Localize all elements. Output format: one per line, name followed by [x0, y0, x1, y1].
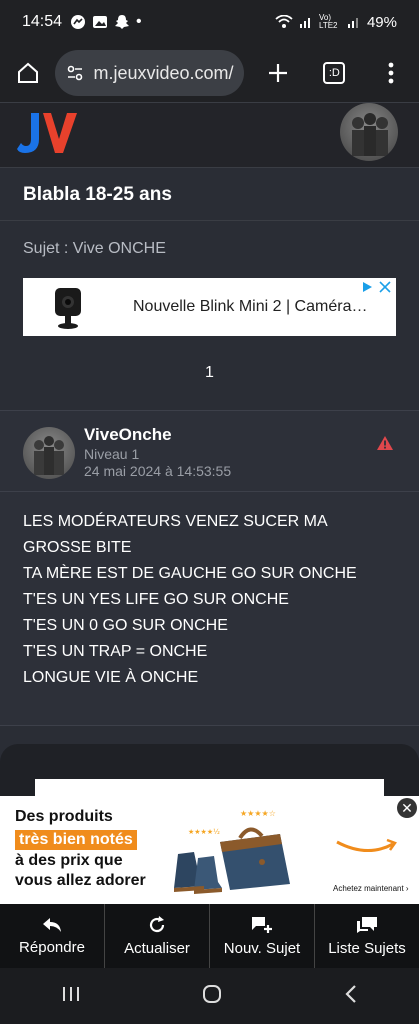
back-button[interactable] — [343, 983, 359, 1010]
snapchat-icon — [115, 15, 130, 29]
reply-icon — [43, 917, 61, 932]
user-avatar[interactable] — [340, 103, 398, 161]
ad-banner[interactable]: Nouvelle Blink Mini 2 | Caméra… — [23, 278, 396, 336]
svg-text:★★★★☆: ★★★★☆ — [240, 809, 276, 818]
new-topic-icon — [252, 916, 272, 933]
close-ad-icon — [379, 281, 391, 293]
forum-post: ViveOnche Niveau 1 24 mai 2024 à 14:53:5… — [0, 410, 419, 726]
site-header — [0, 102, 419, 168]
home-button[interactable] — [0, 61, 55, 85]
amazon-ad-line: vous allez adorer — [15, 872, 146, 889]
products-image: ★★★★☆ ★★★★½ — [174, 809, 290, 894]
new-tab-button[interactable] — [250, 62, 306, 84]
svg-text:★★★★½: ★★★★½ — [188, 828, 220, 836]
topic-list-label: Liste Sujets — [328, 939, 406, 957]
browser-toolbar: m.jeuxvideo.com/ :D — [0, 44, 419, 102]
more-vert-icon — [388, 62, 394, 84]
post-date[interactable]: 24 mai 2024 à 14:53:55 — [84, 463, 231, 479]
avatar-silhouette-icon — [34, 436, 64, 475]
site-settings-icon — [68, 65, 83, 81]
tabs-button[interactable]: :D — [306, 62, 362, 84]
post-line: T'ES UN YES LIFE GO SUR ONCHE — [23, 591, 289, 608]
dot-icon: • — [136, 13, 142, 30]
report-button[interactable] — [376, 435, 394, 456]
amazon-ad-line: à des prix que — [15, 852, 123, 869]
home-circle-icon — [203, 984, 222, 1003]
amazon-ad-line: Des produits — [15, 808, 113, 825]
menu-button[interactable] — [363, 62, 419, 84]
post-line: GROSSE BITE — [23, 539, 132, 556]
recent-apps-button[interactable] — [60, 984, 82, 1009]
post-line: TA MÈRE EST DE GAUCHE GO SUR ONCHE — [23, 565, 357, 582]
notification-icons: • — [70, 13, 142, 31]
system-nav-bar — [0, 968, 419, 1024]
post-body: LES MODÉRATEURS VENEZ SUCER MA GROSSE BI… — [23, 509, 403, 691]
home-icon — [17, 62, 38, 83]
warning-icon — [377, 436, 393, 450]
back-icon — [345, 984, 356, 1003]
avatar-silhouette-icon — [352, 113, 388, 156]
topic-action-bar: Répondre Actualiser Nouv. Sujet Liste Su… — [0, 904, 419, 968]
post-author-avatar[interactable] — [23, 427, 75, 479]
amazon-ad-highlight: très bien notés — [15, 830, 137, 850]
jv-logo[interactable] — [17, 109, 79, 157]
tab-count: :D — [323, 62, 346, 84]
amazon-ad[interactable]: Des produits très bien notés à des prix … — [0, 796, 419, 904]
post-line: T'ES UN 0 GO SUR ONCHE — [23, 617, 228, 634]
refresh-label: Actualiser — [124, 939, 190, 957]
address-bar[interactable]: m.jeuxvideo.com/ — [55, 50, 244, 96]
close-icon: ✕ — [401, 799, 413, 816]
close-ad-button[interactable]: ✕ — [397, 798, 417, 818]
plus-icon — [268, 64, 287, 82]
topic-list-icon — [357, 916, 377, 933]
post-line: LONGUE VIE À ONCHE — [23, 669, 199, 686]
reply-label: Répondre — [19, 938, 85, 956]
wifi-icon — [275, 15, 293, 28]
refresh-button[interactable]: Actualiser — [105, 904, 210, 968]
status-time: 14:54 — [22, 13, 63, 30]
amazon-logo — [336, 838, 397, 852]
recent-apps-icon — [62, 986, 79, 1001]
amazon-ad-cta[interactable]: Achetez maintenant › — [333, 884, 409, 893]
post-line: LES MODÉRATEURS VENEZ SUCER MA — [23, 513, 328, 530]
reply-button[interactable]: Répondre — [0, 904, 105, 968]
page-number[interactable]: 1 — [0, 364, 419, 382]
forum-title[interactable]: Blabla 18-25 ans — [0, 168, 419, 221]
new-topic-label: Nouv. Sujet — [223, 939, 301, 957]
post-author-level: Niveau 1 — [84, 446, 140, 462]
status-bar: 14:54 • Vo) LTE2 49% — [0, 0, 419, 44]
ad-camera-image — [23, 278, 83, 336]
adchoices-icon — [363, 282, 372, 292]
post-divider — [0, 491, 419, 492]
signal2-icon — [347, 18, 358, 28]
post-line: T'ES UN TRAP = ONCHE — [23, 643, 208, 660]
refresh-icon — [149, 915, 165, 932]
topic-list-button[interactable]: Liste Sujets — [315, 904, 419, 968]
ad-text: Nouvelle Blink Mini 2 | Caméra… — [133, 298, 368, 315]
post-author[interactable]: ViveOnche — [84, 425, 172, 445]
signal-icon — [299, 18, 310, 28]
battery-level: 49% — [366, 13, 397, 31]
url-text: m.jeuxvideo.com/ — [93, 62, 234, 83]
home-nav-button[interactable] — [201, 983, 223, 1010]
messenger-icon — [71, 15, 86, 29]
gallery-icon — [93, 16, 108, 28]
topic-subject: Sujet : Vive ONCHE — [23, 240, 166, 257]
new-topic-button[interactable]: Nouv. Sujet — [210, 904, 315, 968]
network-label: Vo) LTE2 — [318, 13, 338, 30]
